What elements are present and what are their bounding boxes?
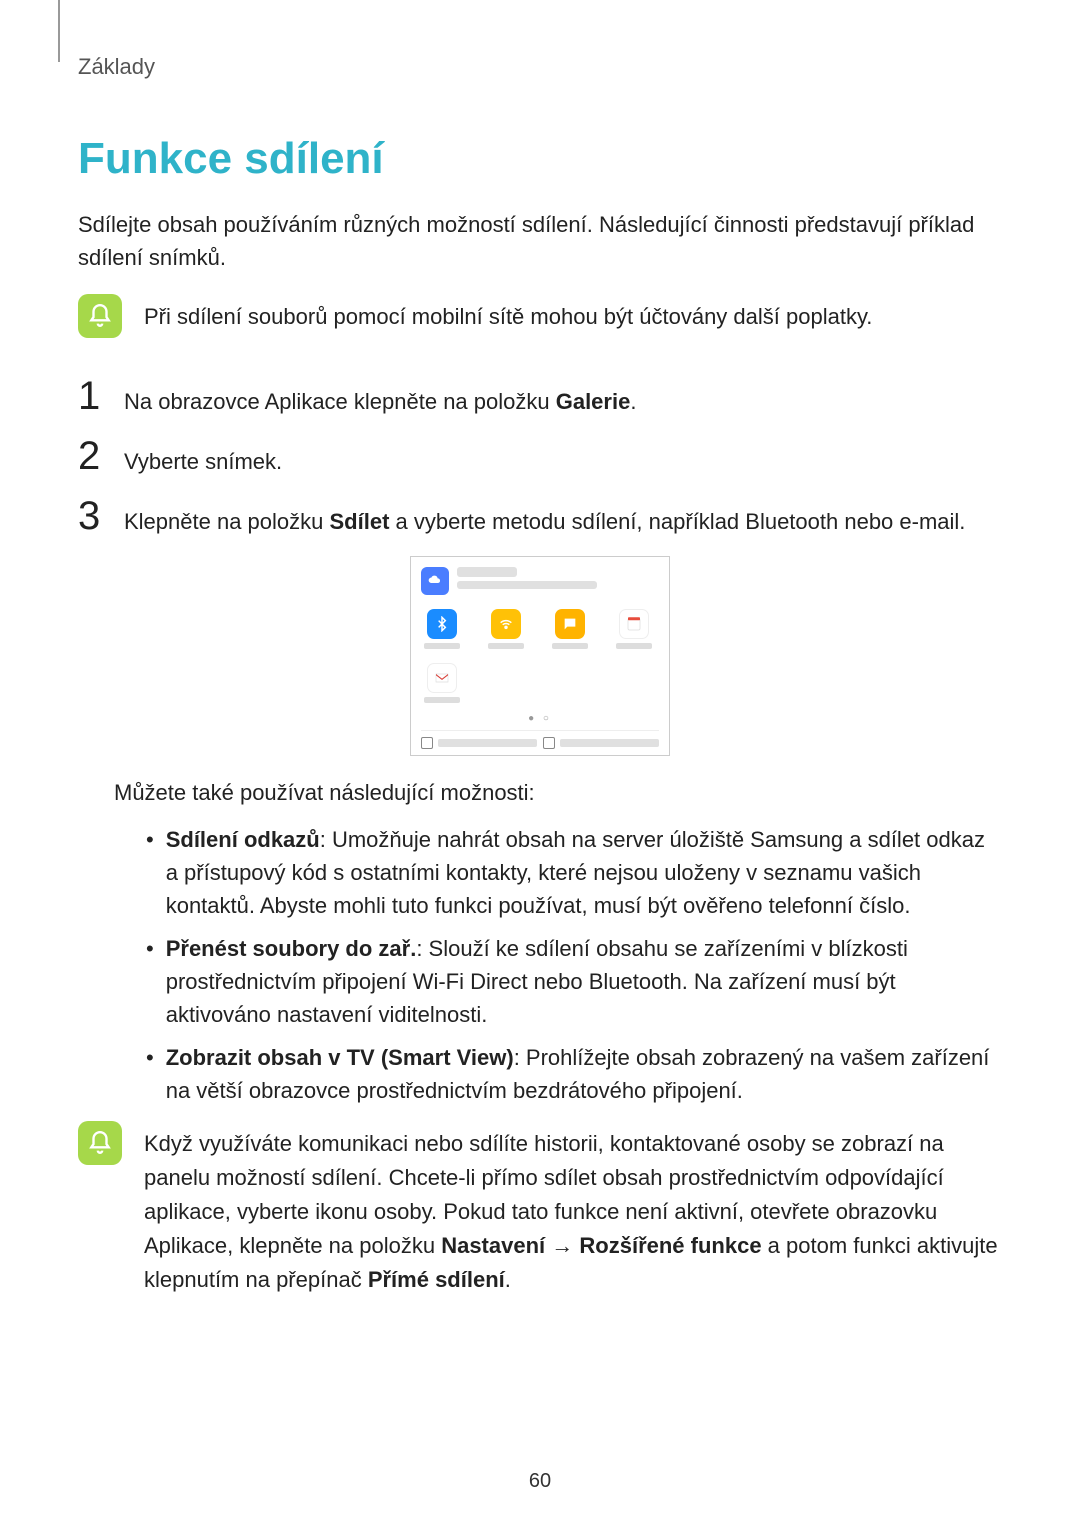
bluetooth-icon: [427, 609, 457, 639]
step-1: 1 Na obrazovce Aplikace klepněte na polo…: [78, 376, 1002, 418]
device-icon: [421, 737, 433, 749]
page-indicator: ● ○: [421, 713, 659, 724]
side-rule: [58, 0, 60, 62]
n2-b1: Nastavení: [441, 1233, 545, 1258]
share-app-email: [421, 663, 463, 703]
message-icon: [555, 609, 585, 639]
share-panel: ● ○: [410, 556, 670, 756]
option-1-bold: Sdílení odkazů: [166, 827, 320, 852]
tv-icon: [543, 737, 555, 749]
smart-view: [543, 737, 659, 749]
share-panel-title-blur: [457, 567, 659, 589]
notice-2: Když využíváte komunikaci nebo sdílíte h…: [78, 1121, 1002, 1297]
step-2-text: Vyberte snímek.: [124, 437, 282, 478]
notice-1-text: Při sdílení souborů pomocí mobilní sítě …: [144, 294, 872, 333]
step-3-post: a vyberte metodu sdílení, například Blue…: [389, 509, 965, 534]
bullet-icon: •: [146, 823, 154, 922]
step-1-text: Na obrazovce Aplikace klepněte na položk…: [124, 377, 636, 418]
bullet-icon: •: [146, 932, 154, 1031]
option-3-bold: Zobrazit obsah v TV (Smart View): [166, 1045, 514, 1070]
step-3: 3 Klepněte na položku Sdílet a vyberte m…: [78, 496, 1002, 538]
share-footer: [421, 730, 659, 749]
option-2-bold: Přenést soubory do zař.: [166, 936, 417, 961]
share-app-wifi-direct: [485, 609, 527, 649]
n2-b2: Rozšířené funkce: [579, 1233, 761, 1258]
manual-page: Základy Funkce sdílení Sdílejte obsah po…: [0, 0, 1080, 1527]
options-intro: Můžete také používat následující možnost…: [114, 776, 1002, 809]
share-app-bluetooth: [421, 609, 463, 649]
bullet-icon: •: [146, 1041, 154, 1107]
options-list: • Sdílení odkazů: Umožňuje nahrát obsah …: [146, 823, 1002, 1107]
page-number: 60: [0, 1470, 1080, 1493]
step-1-bold: Galerie: [556, 389, 631, 414]
n2-post: .: [505, 1267, 511, 1292]
memo-icon: [619, 609, 649, 639]
cloud-icon: [421, 567, 449, 595]
transfer-to-device: [421, 737, 537, 749]
notice-2-text: Když využíváte komunikaci nebo sdílíte h…: [144, 1121, 1002, 1297]
share-panel-screenshot: ● ○: [78, 556, 1002, 756]
step-1-pre: Na obrazovce Aplikace klepněte na položk…: [124, 389, 556, 414]
step-number: 2: [78, 436, 108, 476]
section-header: Základy: [78, 40, 1002, 80]
email-icon: [427, 663, 457, 693]
share-app-messages: [549, 609, 591, 649]
bell-icon: [78, 294, 122, 338]
step-2: 2 Vyberte snímek.: [78, 436, 1002, 478]
n2-b3: Přímé sdílení: [368, 1267, 505, 1292]
step-number: 3: [78, 496, 108, 536]
wifi-icon: [491, 609, 521, 639]
intro-paragraph: Sdílejte obsah používáním různých možnos…: [78, 208, 1002, 274]
step-3-pre: Klepněte na položku: [124, 509, 330, 534]
share-panel-header: [421, 567, 659, 595]
bell-icon: [78, 1121, 122, 1165]
step-3-text: Klepněte na položku Sdílet a vyberte met…: [124, 497, 965, 538]
share-apps-grid: [421, 609, 659, 703]
option-transfer-files: • Přenést soubory do zař.: Slouží ke sdí…: [146, 932, 1002, 1031]
option-smart-view: • Zobrazit obsah v TV (Smart View): Proh…: [146, 1041, 1002, 1107]
notice-1: Při sdílení souborů pomocí mobilní sítě …: [78, 294, 1002, 338]
step-3-bold: Sdílet: [330, 509, 390, 534]
option-link-sharing: • Sdílení odkazů: Umožňuje nahrát obsah …: [146, 823, 1002, 922]
page-title: Funkce sdílení: [78, 134, 1002, 184]
step-1-post: .: [630, 389, 636, 414]
share-app-memo: [613, 609, 655, 649]
step-number: 1: [78, 376, 108, 416]
n2-arrow: →: [545, 1233, 579, 1258]
